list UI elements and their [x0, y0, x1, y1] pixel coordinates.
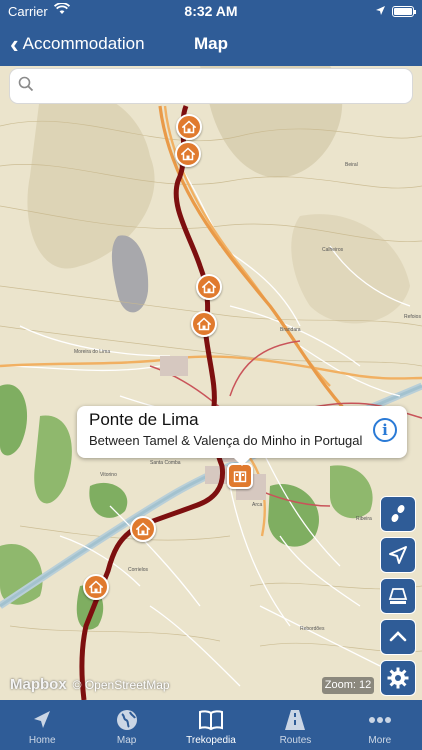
accommodation-pin[interactable] — [176, 114, 202, 140]
tab-more[interactable]: More — [338, 700, 422, 750]
accommodation-pin[interactable] — [83, 574, 109, 600]
settings-gear-icon — [387, 667, 409, 689]
house-icon — [202, 280, 216, 294]
battery-icon — [392, 6, 416, 17]
svg-text:Calheiros: Calheiros — [322, 247, 344, 253]
tab-home[interactable]: Home — [0, 700, 84, 750]
callout-place-name: Ponte de Lima — [89, 410, 199, 429]
svg-text:Ribeira: Ribeira — [356, 516, 372, 522]
house-icon — [89, 580, 103, 594]
accommodation-pin[interactable] — [196, 274, 222, 300]
svg-text:Brandara: Brandara — [280, 327, 301, 333]
accommodation-pin[interactable] — [191, 311, 217, 337]
place-callout[interactable]: Ponte de Lima Between Tamel & Valença do… — [77, 406, 407, 466]
locate-me-button[interactable] — [380, 537, 416, 573]
accommodation-cluster-pin[interactable] — [227, 463, 253, 489]
map-layers-button[interactable] — [380, 578, 416, 614]
svg-text:Corrielos: Corrielos — [128, 567, 149, 573]
navigation-header: Carrier 8:32 AM ‹ Accommodation Map — [0, 0, 422, 66]
svg-text:Arca: Arca — [252, 502, 263, 508]
tab-trekopedia[interactable]: Trekopedia — [169, 700, 253, 750]
svg-text:Santa Comba: Santa Comba — [150, 460, 181, 466]
back-button-label: Accommodation — [22, 34, 145, 53]
svg-text:Rebordões: Rebordões — [300, 626, 325, 632]
tab-label: Home — [28, 735, 56, 746]
back-button[interactable]: ‹ Accommodation — [10, 30, 145, 58]
search-bar[interactable] — [9, 68, 413, 104]
tab-label: Routes — [279, 735, 312, 746]
house-icon — [136, 522, 150, 536]
chevron-left-icon: ‹ — [10, 29, 19, 59]
layers-icon — [388, 588, 408, 604]
tab-bar: Home Map Trekopedia Routes More — [0, 700, 422, 750]
walking-route-button[interactable] — [380, 496, 416, 532]
tab-label: More — [368, 735, 392, 746]
walking-feet-icon — [391, 505, 405, 522]
svg-text:Beiral: Beiral — [345, 162, 358, 168]
book-icon — [198, 706, 224, 734]
tab-map[interactable]: Map — [84, 700, 168, 750]
svg-text:Refoios: Refoios — [404, 314, 421, 320]
osm-attribution-link[interactable]: © OpenStreetMap — [73, 678, 170, 692]
map-settings-button[interactable] — [380, 660, 416, 696]
location-services-icon — [375, 4, 386, 19]
house-icon — [182, 120, 196, 134]
clock-time: 8:32 AM — [184, 3, 238, 19]
search-icon — [18, 76, 34, 97]
map-attribution: Mapbox © OpenStreetMap — [10, 676, 170, 693]
tab-label: Map — [116, 735, 137, 746]
accommodation-pin[interactable] — [175, 141, 201, 167]
tab-label: Trekopedia — [186, 735, 236, 746]
road-icon — [282, 706, 308, 734]
status-bar: Carrier 8:32 AM — [0, 0, 422, 22]
globe-icon — [115, 706, 139, 734]
svg-text:Vitorino: Vitorino — [100, 472, 117, 478]
tab-routes[interactable]: Routes — [253, 700, 337, 750]
house-icon — [197, 317, 211, 331]
search-input[interactable] — [40, 77, 412, 95]
chevron-up-icon — [389, 631, 407, 642]
navigation-arrow-icon — [389, 546, 407, 564]
map-view[interactable]: Moreira do Lima Arca Corrielos Calheiros… — [0, 66, 422, 700]
expand-panel-button[interactable] — [380, 619, 416, 655]
map-terrain: Moreira do Lima Arca Corrielos Calheiros… — [0, 66, 422, 700]
mapbox-logo: Mapbox — [10, 676, 67, 693]
house-icon — [181, 147, 195, 161]
callout-description: Between Tamel & Valença do Minho in Port… — [89, 433, 363, 448]
accommodation-pin[interactable] — [130, 516, 156, 542]
ellipsis-icon — [367, 706, 393, 734]
zoom-level-indicator: Zoom: 12 — [322, 677, 374, 694]
svg-text:Moreira do Lima: Moreira do Lima — [74, 349, 110, 355]
buildings-icon — [233, 471, 247, 483]
navigation-arrow-icon — [30, 706, 54, 734]
info-icon[interactable]: i — [373, 418, 397, 442]
